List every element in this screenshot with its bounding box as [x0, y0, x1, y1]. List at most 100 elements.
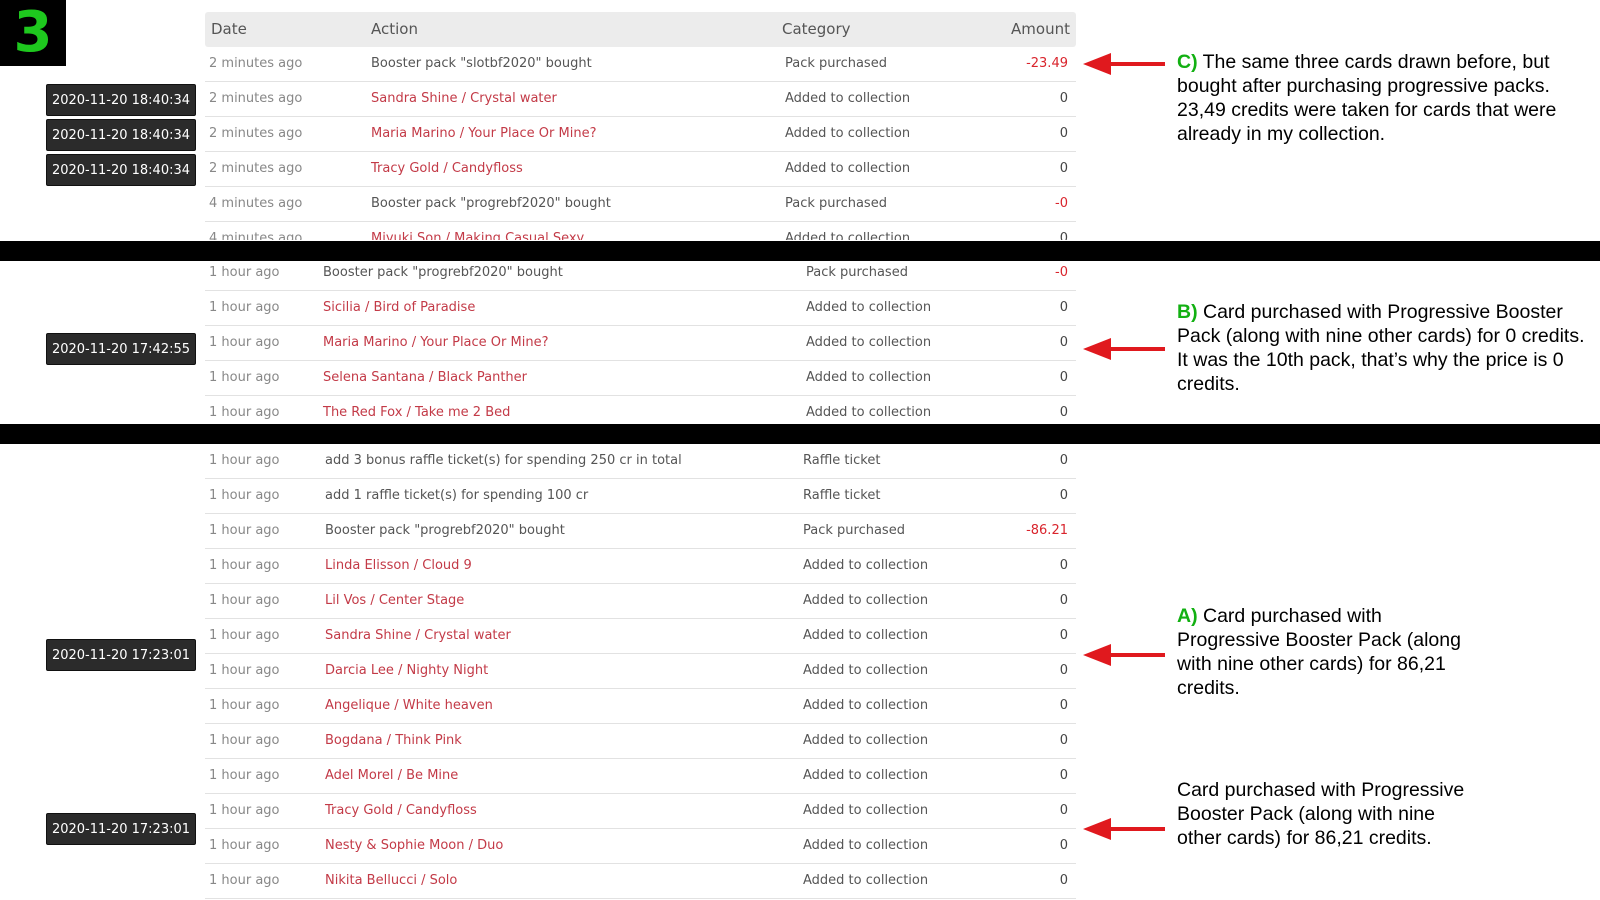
cell-amount: 0: [1059, 405, 1068, 420]
table-row: 1 hour ago Tracy Gold / Candyfloss Added t…: [205, 794, 1076, 829]
card-link[interactable]: The Red Fox / Take me 2 Bed: [323, 396, 510, 424]
cell-category: Added to collection: [803, 628, 929, 643]
card-link[interactable]: Lil Vos / Center Stage: [325, 584, 464, 618]
cell-category: Raffle ticket: [803, 453, 881, 468]
cell-amount: 0: [1059, 558, 1068, 573]
cell-category: Raffle ticket: [803, 488, 881, 503]
transactions-table-a: 1 hour agoSavannah Secret & Tina Blade /…: [205, 428, 1076, 900]
timestamp-tooltip: 2020-11-20 17:42:55: [46, 333, 196, 365]
cell-date: 2 minutes ago: [209, 91, 303, 106]
cell-date: 1 hour ago: [209, 733, 280, 748]
table-row: 2 minutes ago Sandra Shine / Crystal wate…: [205, 82, 1076, 117]
cell-category: Added to collection: [785, 161, 911, 176]
cell-date: 1 hour ago: [209, 803, 280, 818]
cell-date: 1 hour ago: [209, 370, 280, 385]
cell-amount: 0: [1059, 838, 1068, 853]
cell-amount: 0: [1059, 873, 1068, 888]
cell-amount: -23.49: [1026, 56, 1068, 71]
cell-category: Added to collection: [806, 335, 932, 350]
cell-date: 4 minutes ago: [209, 231, 303, 240]
cell-category: Pack purchased: [785, 56, 887, 71]
card-link[interactable]: Maria Marino / Your Place Or Mine?: [323, 326, 548, 360]
cell-amount: 0: [1059, 161, 1068, 176]
arrow-left-icon: [1083, 53, 1165, 75]
separator-bar: [0, 241, 1600, 261]
card-link[interactable]: Miyuki Son / Making Casual Sexy: [371, 222, 584, 240]
card-link[interactable]: Linda Elisson / Cloud 9: [325, 549, 472, 583]
table-row: 1 hour ago Darcia Lee / Nighty Night Added…: [205, 654, 1076, 689]
annotation-letter: C): [1177, 51, 1198, 73]
cell-category: Added to collection: [803, 558, 929, 573]
card-link[interactable]: Angelique / White heaven: [325, 689, 493, 723]
cell-amount: -0: [1055, 265, 1068, 280]
card-link[interactable]: Darcia Lee / Nighty Night: [325, 654, 488, 688]
cell-date: 1 hour ago: [209, 628, 280, 643]
timestamp-tooltip: 2020-11-20 18:40:34: [46, 119, 196, 151]
header-category[interactable]: Category: [782, 12, 851, 47]
header-action[interactable]: Action: [371, 12, 418, 47]
cell-amount: 0: [1059, 628, 1068, 643]
table-row: 1 hour ago Nesty & Sophie Moon / Duo Added…: [205, 829, 1076, 864]
table-row: 1 hour ago The Red Fox / Take me 2 Bed Add…: [205, 396, 1076, 424]
cell-amount: 0: [1059, 803, 1068, 818]
header-amount[interactable]: Amount: [1011, 12, 1070, 47]
header-date[interactable]: Date: [211, 12, 247, 47]
table-row: 1 hour ago Lil Vos / Center Stage Added to…: [205, 584, 1076, 619]
cell-date: 1 hour ago: [209, 838, 280, 853]
card-link[interactable]: Sicilia / Bird of Paradise: [323, 291, 475, 325]
cell-category: Pack purchased: [803, 523, 905, 538]
card-link[interactable]: Selena Santana / Black Panther: [323, 361, 527, 395]
table-row: 1 hour ago Maria Marino / Your Place Or M…: [205, 326, 1076, 361]
cell-category: Added to collection: [806, 370, 932, 385]
cell-date: 1 hour ago: [209, 405, 280, 420]
cell-date: 1 hour ago: [209, 558, 280, 573]
cell-category: Added to collection: [806, 405, 932, 420]
cell-date: 1 hour ago: [209, 523, 280, 538]
table-row: 1 hour ago Booster pack "progrebf2020" bo…: [205, 514, 1076, 549]
annotation-a: A) Card purchased with Progressive Boost…: [1177, 604, 1477, 700]
cell-date: 2 minutes ago: [209, 161, 303, 176]
card-link[interactable]: Maria Marino / Your Place Or Mine?: [371, 117, 596, 151]
table-row: 1 hour ago Adel Morel / Be Mine Added to c…: [205, 759, 1076, 794]
card-link[interactable]: Bogdana / Think Pink: [325, 724, 462, 758]
cell-amount: 0: [1059, 768, 1068, 783]
cell-amount: 0: [1059, 698, 1068, 713]
table-row: 1 hour ago add 1 raffle ticket(s) for spe…: [205, 479, 1076, 514]
cell-date: 2 minutes ago: [209, 126, 303, 141]
card-link[interactable]: Tracy Gold / Candyfloss: [371, 152, 523, 186]
timestamp-tooltip: 2020-11-20 17:23:01: [46, 639, 196, 671]
card-link[interactable]: Sandra Shine / Crystal water: [325, 619, 511, 653]
cell-amount: 0: [1059, 488, 1068, 503]
card-link[interactable]: Nikita Bellucci / Solo: [325, 864, 457, 898]
table-row: 2 minutes ago Tracy Gold / Candyfloss Adde…: [205, 152, 1076, 187]
table-row: 4 minutes ago Miyuki Son / Making Casual …: [205, 222, 1076, 240]
annotation-c: C) The same three cards drawn before, bu…: [1177, 50, 1587, 146]
cell-amount: 0: [1059, 593, 1068, 608]
transactions-table-b: 1 hour ago Booster pack "progrebf2020" bo…: [205, 262, 1076, 424]
cell-date: 1 hour ago: [209, 300, 280, 315]
card-link[interactable]: Tracy Gold / Candyfloss: [325, 794, 477, 828]
cell-amount: 0: [1059, 126, 1068, 141]
cell-amount: -86.21: [1026, 523, 1068, 538]
table-row: 2 minutes ago Maria Marino / Your Place O…: [205, 117, 1076, 152]
cell-category: Added to collection: [803, 873, 929, 888]
card-link[interactable]: Nesty & Sophie Moon / Duo: [325, 829, 503, 863]
annotation-letter: B): [1177, 301, 1198, 323]
card-link[interactable]: Sandra Shine / Crystal water: [371, 82, 557, 116]
cell-date: 1 hour ago: [209, 593, 280, 608]
annotation-text: Card purchased with Progressive Booster …: [1177, 605, 1461, 699]
cell-amount: 0: [1059, 91, 1068, 106]
cell-amount: 0: [1059, 733, 1068, 748]
timestamp-tooltip: 2020-11-20 18:40:34: [46, 154, 196, 186]
table-row: 1 hour ago Sicilia / Bird of Paradise Adde…: [205, 291, 1076, 326]
table-row: 1 hour ago Linda Elisson / Cloud 9 Added t…: [205, 549, 1076, 584]
cell-category: Added to collection: [785, 91, 911, 106]
table-row: 1 hour ago Nikita Bellucci / Solo Added to…: [205, 864, 1076, 899]
annotation-b: B) Card purchased with Progressive Boost…: [1177, 300, 1587, 396]
cell-date: 2 minutes ago: [209, 56, 303, 71]
table-row: 1 hour ago Angelique / White heaven Added …: [205, 689, 1076, 724]
step-number-badge: 3: [0, 0, 66, 66]
card-link[interactable]: Adel Morel / Be Mine: [325, 759, 458, 793]
table-row: 2 minutes ago Booster pack "slotbf2020" b…: [205, 47, 1076, 82]
table-row: 1 hour ago Sandra Shine / Crystal water Ad…: [205, 619, 1076, 654]
